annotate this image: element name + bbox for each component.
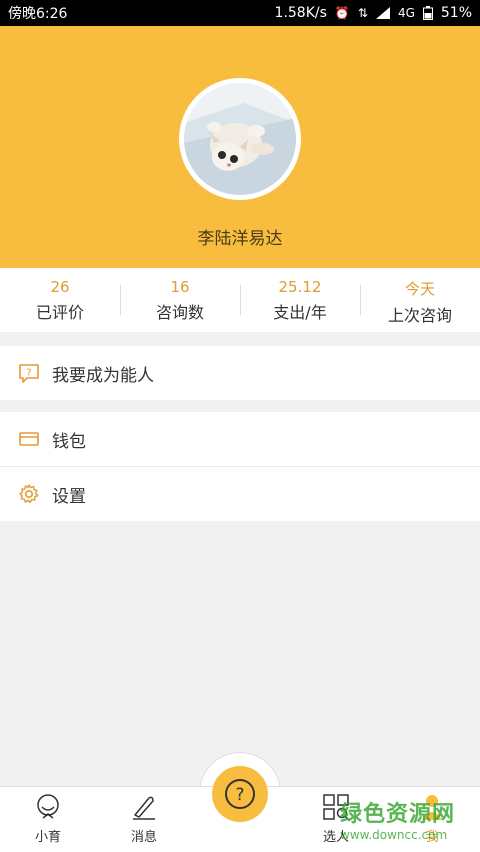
menu-item-label: 钱包 [52,431,86,452]
username: 李陆洋易达 [197,229,283,249]
tab-label: 小育 [34,830,61,845]
profile-header: 李陆洋易达 [0,26,480,268]
svg-text:?: ? [235,785,244,805]
gear-icon [18,483,40,505]
tab-messages[interactable]: 消息 [96,787,192,852]
tab-me[interactable]: 我 [384,787,480,852]
menu-item-label: 设置 [52,486,86,507]
network-type: 4G [397,6,415,20]
question-chat-icon: ? [18,362,40,384]
wallet-icon [18,428,40,450]
question-mark-icon: ? [225,779,255,809]
stat-label: 咨询数 [155,303,204,322]
network-speed: 1.58K/s [274,5,327,21]
tab-label: 我 [425,830,439,845]
stat-label: 支出/年 [273,303,327,322]
grid-search-icon [323,794,350,821]
alarm-icon: ⏰ [334,6,350,20]
ask-question-button[interactable]: ? [212,766,268,822]
battery-icon [422,6,433,20]
stat-value: 25.12 [278,278,322,296]
svg-text:?: ? [26,368,31,379]
person-icon [422,795,442,820]
pen-icon [133,796,155,820]
stat-consultations[interactable]: 16 咨询数 [120,268,240,332]
tab-label: 消息 [130,830,157,845]
battery-level: 51% [440,5,472,21]
tab-choose-person[interactable]: 选人 [288,787,384,852]
menu-item-settings[interactable]: 设置 [0,467,480,521]
status-time: 傍晚6:26 [8,6,68,22]
tab-xiaoyu[interactable]: 小育 [0,787,96,852]
stat-spending[interactable]: 25.12 支出/年 [240,268,360,332]
stat-value: 16 [170,278,190,296]
stat-value: 26 [50,278,70,296]
menu-item-label: 我要成为能人 [52,365,154,386]
status-indicators: 1.58K/s ⏰ ⇅ 4G 51% [275,5,472,21]
status-bar: 傍晚6:26 1.58K/s ⏰ ⇅ 4G 51% [0,0,480,26]
stat-label: 已评价 [35,303,84,322]
baby-face-icon [37,794,59,819]
stat-last-consultation[interactable]: 今天 上次咨询 [360,268,480,332]
avatar[interactable] [179,78,301,200]
menu-item-become-expert[interactable]: ? 我要成为能人 [0,346,480,400]
stat-reviewed[interactable]: 26 已评价 [0,268,120,332]
stats-bar: 26 已评价 16 咨询数 25.12 支出/年 今天 上次咨询 [0,268,480,332]
menu-item-wallet[interactable]: 钱包 [0,412,480,466]
signal-icon [375,7,390,19]
tab-label: 选人 [322,830,349,845]
stat-value: 今天 [404,280,435,298]
stat-label: 上次咨询 [387,306,452,325]
avatar-image [184,83,296,195]
sync-icon: ⇅ [357,6,368,20]
